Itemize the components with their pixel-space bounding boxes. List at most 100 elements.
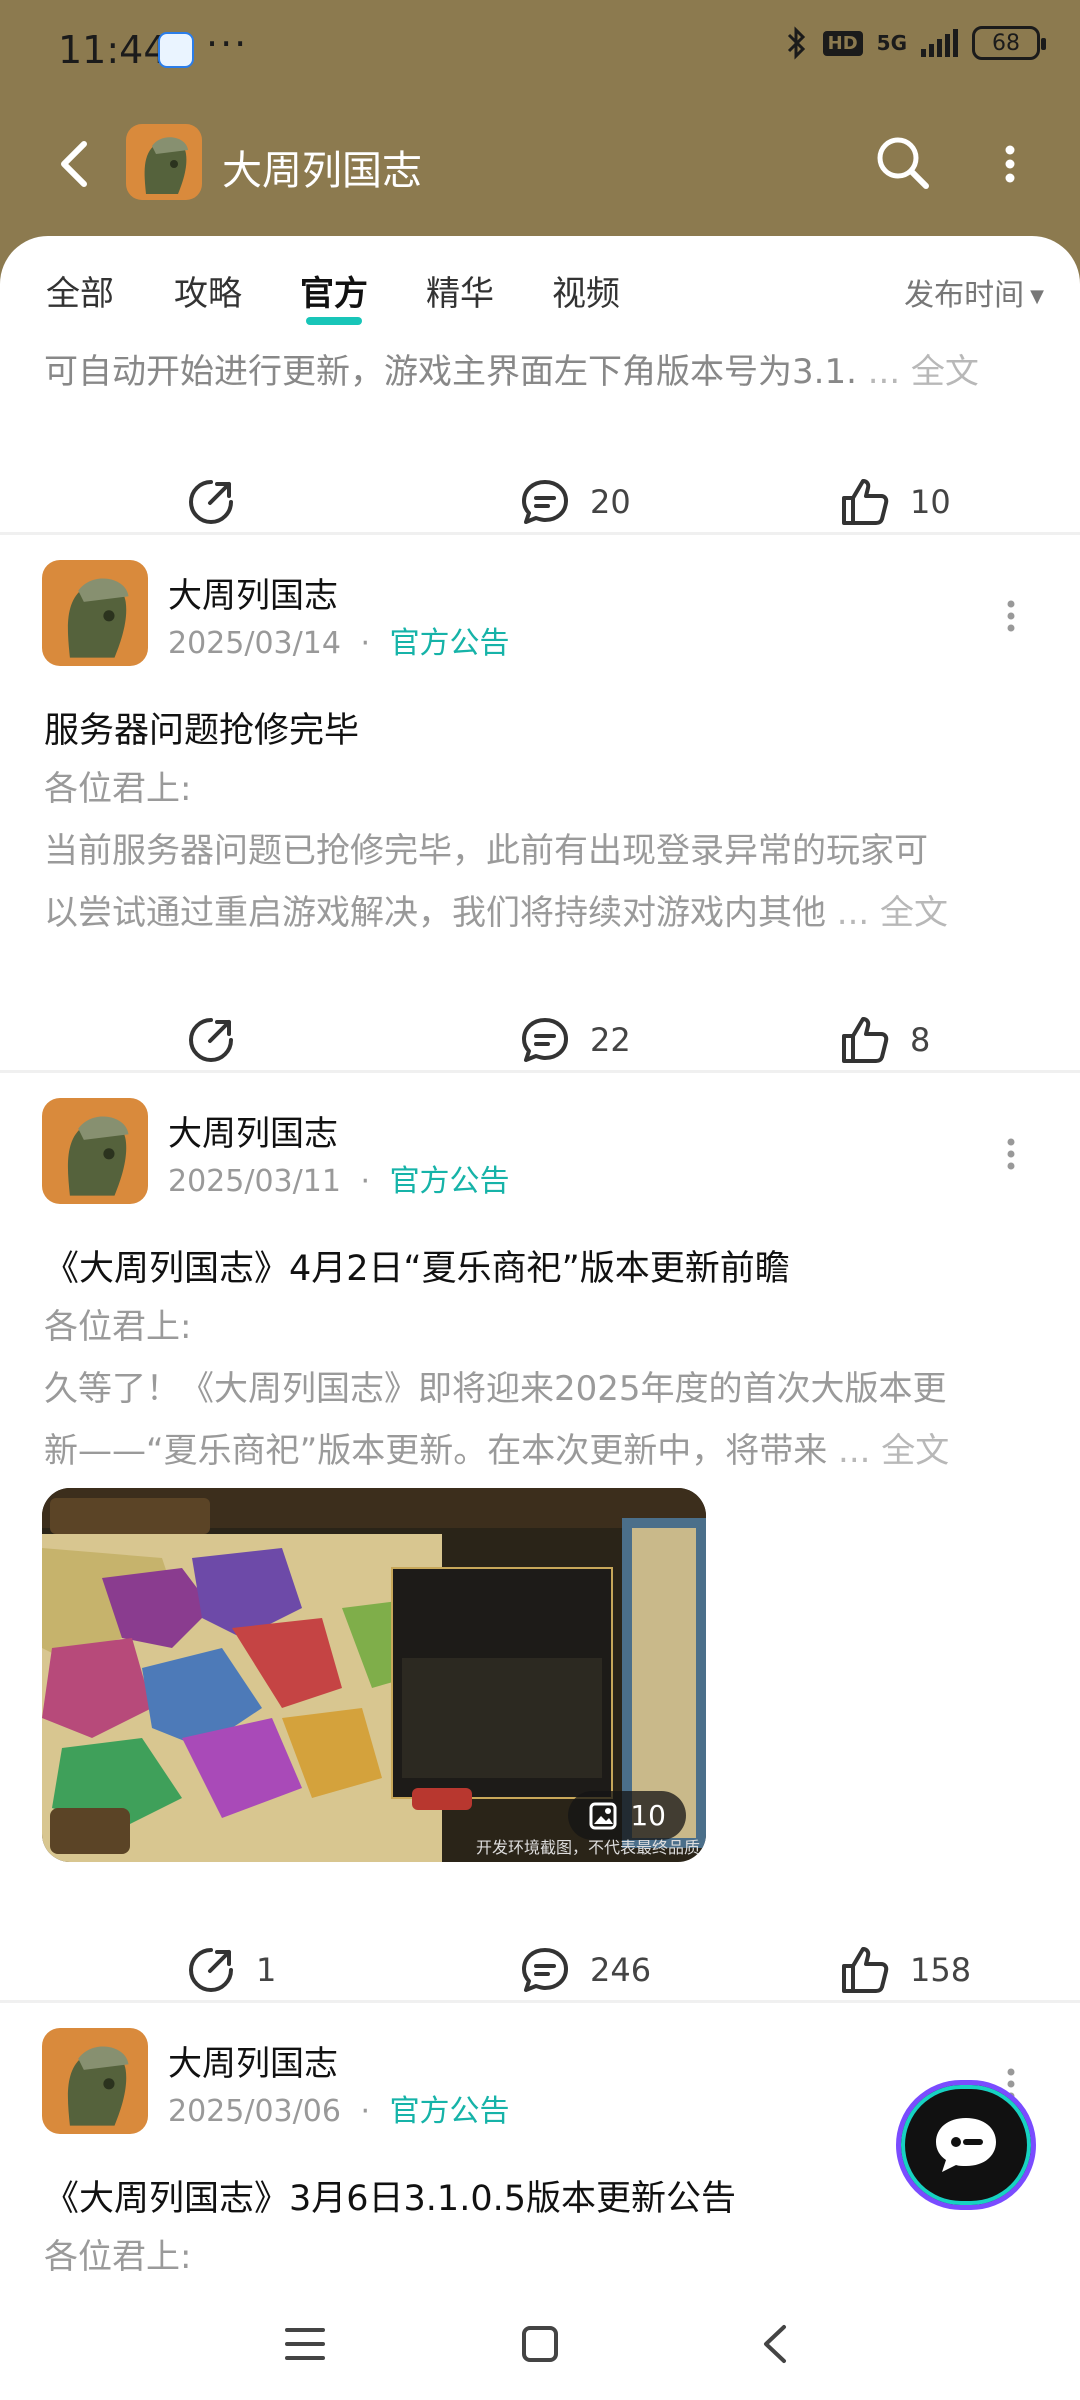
share-button[interactable]: 1: [184, 1930, 276, 2010]
author-avatar[interactable]: [42, 2028, 148, 2134]
comment-count: 22: [590, 1021, 631, 1059]
back-chevron-icon: [764, 2325, 786, 2363]
share-icon: [189, 1018, 233, 1062]
back-arrow-icon: [61, 141, 87, 187]
post-title[interactable]: 服务器问题抢修完毕: [44, 702, 359, 753]
body-line: 各位君上:: [44, 2237, 192, 2277]
body-line: 久等了！《大周列国志》即将迎来2025年度的首次大版本更: [44, 1369, 947, 1409]
more-options-button[interactable]: [990, 136, 1030, 192]
battery-icon: 68: [972, 26, 1046, 60]
post-excerpt[interactable]: 可自动开始进行更新，游戏主界面左下角版本号为3.1. ... 全文: [44, 344, 979, 393]
signal-icon: [921, 29, 958, 57]
notification-app-icon: [158, 32, 194, 68]
author-name[interactable]: 大周列国志: [168, 1106, 338, 1155]
body-line: 新——“夏乐商祀”版本更新。在本次更新中，将带来 ... 全文: [44, 1420, 1034, 1482]
tab-official[interactable]: 官方: [300, 266, 368, 325]
post-title[interactable]: 《大周列国志》4月2日“夏乐商祀”版本更新前瞻: [44, 1240, 790, 1291]
body-line: 各位君上:: [44, 769, 192, 809]
home-button[interactable]: [505, 2314, 575, 2374]
home-square-icon: [522, 2326, 558, 2362]
like-button[interactable]: 158: [838, 1930, 971, 2010]
body-line: 各位君上:: [44, 1307, 192, 1347]
comment-button[interactable]: 246: [518, 1930, 651, 2010]
comment-count: 246: [590, 1951, 652, 1989]
image-caption: 开发环境截图，不代表最终品质: [475, 1838, 700, 1857]
post-actions: 22 8: [0, 1000, 1080, 1080]
comment-button[interactable]: 20: [518, 462, 631, 542]
post-meta: 2025/03/06 · 官方公告: [168, 2086, 510, 2130]
tab-all[interactable]: 全部: [46, 266, 114, 315]
author-name[interactable]: 大周列国志: [168, 2036, 338, 2085]
meta-separator: ·: [360, 1164, 371, 1199]
share-count: 1: [256, 1951, 277, 1989]
comment-icon: [522, 1948, 568, 1992]
system-back-button[interactable]: [740, 2314, 810, 2374]
page-title: 大周列国志: [222, 148, 422, 194]
divider: [0, 532, 1080, 535]
post-body[interactable]: 各位君上: 当前服务器问题已抢修完毕，此前有出现登录异常的玩家可 以尝试通过重启…: [44, 758, 1034, 944]
game-avatar[interactable]: [126, 124, 202, 200]
post-meta: 2025/03/14 · 官方公告: [168, 618, 510, 662]
recent-apps-button[interactable]: [270, 2314, 340, 2374]
thumbs-up-icon: [842, 1017, 889, 1063]
post-tag[interactable]: 官方公告: [390, 626, 510, 661]
read-more-link[interactable]: ... 全文: [827, 1431, 949, 1471]
sort-dropdown[interactable]: 发布时间 ▼: [904, 270, 1044, 314]
tab-video[interactable]: 视频: [552, 266, 620, 315]
post-date: 2025/03/06: [168, 2094, 341, 2129]
comment-count: 20: [590, 483, 631, 521]
network-label: 5G: [876, 31, 907, 55]
comment-icon: [522, 1018, 568, 1062]
meta-separator: ·: [360, 626, 371, 661]
excerpt-text: 可自动开始进行更新，游戏主界面左下角版本号为3.1.: [44, 352, 857, 392]
meta-separator: ·: [360, 2094, 371, 2129]
thumbs-up-icon: [842, 479, 889, 525]
tab-featured[interactable]: 精华: [426, 266, 494, 315]
comment-button[interactable]: 22: [518, 1000, 631, 1080]
post-card[interactable]: 大周列国志 2025/03/14 · 官方公告 服务器问题抢修完毕 各位君上: …: [0, 560, 1080, 960]
post-tag[interactable]: 官方公告: [390, 2094, 510, 2129]
top-bar: 大周列国志: [0, 110, 1080, 220]
like-button[interactable]: 10: [838, 462, 951, 542]
search-button[interactable]: [872, 132, 934, 194]
share-button[interactable]: [184, 462, 256, 542]
like-count: 8: [910, 1021, 931, 1059]
post-actions: 1 246 158: [0, 1930, 1080, 2010]
image-count-badge: 10: [568, 1791, 686, 1840]
menu-icon: [285, 2328, 325, 2360]
post-image[interactable]: 10 开发环境截图，不代表最终品质: [42, 1488, 706, 1862]
more-vertical-icon: [1005, 145, 1015, 183]
read-more-link[interactable]: ... 全文: [857, 352, 979, 392]
like-button[interactable]: 8: [838, 1000, 930, 1080]
hd-badge: HD: [822, 30, 863, 56]
caret-down-icon: ▼: [1030, 286, 1044, 307]
search-icon: [877, 137, 929, 189]
post-body[interactable]: 各位君上: 久等了！《大周列国志》即将迎来2025年度的首次大版本更 新——“夏…: [44, 1296, 1034, 1482]
post-body[interactable]: 各位君上:: [44, 2226, 1034, 2288]
author-name[interactable]: 大周列国志: [168, 568, 338, 617]
gallery-icon: [589, 1802, 617, 1829]
status-more-dots: ···: [206, 22, 249, 66]
community-chat-button[interactable]: [896, 2080, 1036, 2210]
tab-guides[interactable]: 攻略: [174, 266, 242, 315]
post-menu-button[interactable]: [996, 1134, 1026, 1174]
body-line: 当前服务器问题已抢修完毕，此前有出现登录异常的玩家可: [44, 831, 928, 871]
battery-level: 68: [992, 30, 1020, 56]
post-title[interactable]: 《大周列国志》3月6日3.1.0.5版本更新公告: [44, 2170, 736, 2221]
share-button[interactable]: [184, 1000, 256, 1080]
post-actions: 20 10: [0, 462, 1080, 542]
back-button[interactable]: [50, 134, 100, 194]
content-panel: 全部 攻略 官方 精华 视频 发布时间 ▼ 可自动开始进行更新，游戏主界面左下角版…: [0, 236, 1080, 2400]
share-icon: [189, 480, 233, 524]
status-right: HD 5G 68: [785, 26, 1046, 60]
post-tag[interactable]: 官方公告: [390, 1164, 510, 1199]
comment-icon: [522, 480, 568, 524]
thumbs-up-icon: [842, 1947, 889, 1993]
divider: [0, 1070, 1080, 1073]
read-more-link[interactable]: ... 全文: [826, 893, 948, 933]
author-avatar[interactable]: [42, 560, 148, 666]
post-menu-button[interactable]: [996, 596, 1026, 636]
author-avatar[interactable]: [42, 1098, 148, 1204]
body-line-text: 新——“夏乐商祀”版本更新。在本次更新中，将带来: [44, 1431, 828, 1471]
like-count: 10: [910, 483, 951, 521]
